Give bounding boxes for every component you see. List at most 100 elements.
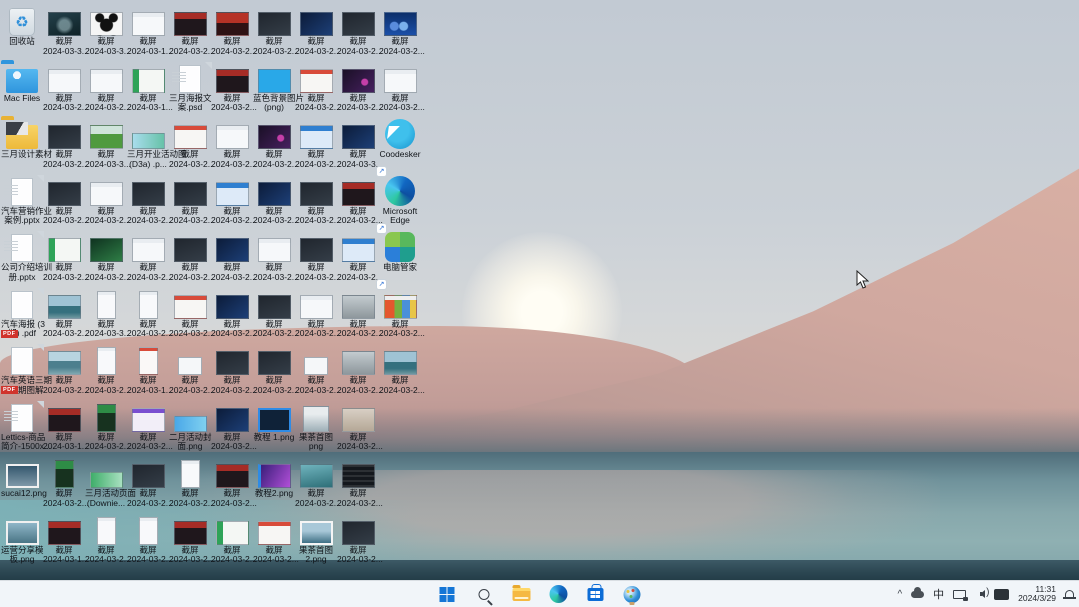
desktop-icon[interactable]: 截屏2024-03-2... [337, 232, 379, 287]
search-button[interactable] [472, 582, 496, 606]
desktop-icon[interactable]: 截屏2024-03-2... [43, 345, 85, 400]
desktop-icon[interactable]: 截屏2024-03-2... [295, 345, 337, 400]
desktop-icon[interactable]: 截屏2024-03-2... [169, 458, 211, 513]
desktop-icon[interactable]: 截屏2024-03-2... [211, 458, 253, 513]
desktop-icon[interactable]: 截屏2024-03-2... [337, 458, 379, 513]
desktop-icon[interactable]: Mac Files [1, 63, 43, 118]
desktop-icon[interactable]: 截屏2024-03-2... [337, 402, 379, 457]
desktop-icon[interactable]: 果茶首图png [295, 402, 337, 457]
desktop-icon[interactable]: 截屏2024-03-2... [85, 176, 127, 231]
desktop-icon[interactable]: 截屏2024-03-2... [295, 232, 337, 287]
desktop-icon[interactable]: 截屏2024-03-2... [85, 63, 127, 118]
desktop-icon[interactable]: 截屏2024-03-2... [43, 63, 85, 118]
desktop-icon[interactable]: 截屏2024-03-2... [43, 176, 85, 231]
desktop-icon[interactable]: 截屏2024-03-2... [211, 176, 253, 231]
desktop-icon[interactable]: sucai12.png [1, 458, 43, 513]
desktop-icon[interactable]: 截屏2024-03-2... [211, 232, 253, 287]
desktop-icon[interactable]: 截屏2024-03-3... [85, 289, 127, 344]
desktop-icon[interactable]: 截屏2024-03-2... [253, 6, 295, 61]
desktop-icon[interactable]: 截屏2024-03-2... [379, 345, 421, 400]
desktop-icon[interactable]: 截屏2024-03-2... [169, 176, 211, 231]
desktop-icon[interactable]: 截屏2024-03-2... [127, 232, 169, 287]
desktop-icon[interactable]: Lettics-商品简介-1500x... [1, 402, 43, 457]
desktop-icon[interactable]: 截屏2024-03-2... [43, 119, 85, 174]
desktop-icon[interactable]: 截屏2024-03-2... [85, 232, 127, 287]
desktop-icon[interactable]: 截屏2024-03-2... [253, 289, 295, 344]
desktop-icon[interactable]: 截屏2024-03-2... [295, 289, 337, 344]
desktop-icon[interactable]: 教程2.png [253, 458, 295, 513]
desktop-icon[interactable]: ↗Coodesker [379, 119, 421, 174]
desktop-icon[interactable]: 截屏2024-03-2... [379, 289, 421, 344]
tray-hidden-icons-button[interactable]: ^ [896, 583, 903, 605]
desktop-icon[interactable]: 截屏2024-03-2... [295, 458, 337, 513]
desktop-icon[interactable]: 截屏2024-03-2... [85, 515, 127, 570]
desktop-icon[interactable]: 截屏2024-03-2... [127, 402, 169, 457]
start-button[interactable] [435, 582, 459, 606]
desktop-icon[interactable]: 截屏2024-03-2... [127, 515, 169, 570]
desktop-icon[interactable]: 截屏2024-03-2... [211, 6, 253, 61]
desktop-icon[interactable]: 截屏2024-03-2... [169, 289, 211, 344]
desktop-icon[interactable]: 三月设计素材 [1, 119, 43, 174]
desktop-icon[interactable]: 截屏2024-03-2... [295, 63, 337, 118]
desktop-icon[interactable]: 截屏2024-03-1... [127, 345, 169, 400]
desktop-icon[interactable]: ↗电脑管家 [379, 232, 421, 287]
desktop-icon[interactable]: 截屏2024-03-2... [169, 232, 211, 287]
desktop-icon[interactable]: 运营分享模板.png [1, 515, 43, 570]
desktop-icon[interactable]: 截屏2024-03-2... [337, 176, 379, 231]
desktop-icon[interactable]: 截屏2024-03-2... [127, 289, 169, 344]
desktop-icon[interactable]: 截屏2024-03-2... [337, 63, 379, 118]
edge-button[interactable] [546, 582, 570, 606]
pinned-app-button[interactable] [620, 582, 644, 606]
desktop-icon[interactable]: 二月活动封面.png [169, 402, 211, 457]
desktop-icon[interactable]: 截屏2024-03-2... [169, 345, 211, 400]
desktop-icon[interactable]: 截屏2024-03-2... [295, 176, 337, 231]
desktop-icon[interactable]: 截屏2024-03-2... [253, 232, 295, 287]
desktop-icon[interactable]: 截屏2024-03-2... [43, 232, 85, 287]
desktop-icon[interactable]: 截屏2024-03-2... [379, 6, 421, 61]
desktop-icon[interactable]: 截屏2024-03-2... [169, 6, 211, 61]
desktop-icon[interactable]: 截屏2024-03-1... [43, 402, 85, 457]
desktop-icon[interactable]: 果茶首图2.png [295, 515, 337, 570]
desktop-icon[interactable]: 汽车营销作业案例.pptx [1, 176, 43, 231]
desktop-icon[interactable]: 截屏2024-03-2... [85, 345, 127, 400]
desktop-icon[interactable]: 截屏2024-03-2... [211, 63, 253, 118]
desktop-icon[interactable]: 截屏2024-03-2... [211, 119, 253, 174]
desktop-icon[interactable]: 截屏2024-03-1... [127, 6, 169, 61]
desktop-icon[interactable]: 截屏2024-03-3... [85, 6, 127, 61]
desktop-icon[interactable]: 截屏2024-03-3... [337, 119, 379, 174]
desktop-icon[interactable]: 截屏2024-03-2... [295, 119, 337, 174]
desktop-icon[interactable]: 截屏2024-03-1... [43, 515, 85, 570]
desktop-icon[interactable]: 截屏2024-03-2... [43, 289, 85, 344]
desktop-icon[interactable]: 截屏2024-03-2... [169, 119, 211, 174]
desktop-icon[interactable]: 截屏2024-03-2... [85, 402, 127, 457]
desktop-icon[interactable]: 截屏2024-03-2... [337, 289, 379, 344]
file-explorer-button[interactable] [509, 582, 533, 606]
desktop-icon[interactable]: 截屏2024-03-2... [127, 458, 169, 513]
desktop-icon[interactable]: 公司介绍培训册.pptx [1, 232, 43, 287]
desktop-icon[interactable]: 截屏2024-03-2... [253, 176, 295, 231]
tray-cloud-button[interactable] [910, 583, 925, 605]
desktop-icon[interactable]: 截屏2024-03-2... [337, 515, 379, 570]
desktop-icon[interactable]: 截屏2024-03-2... [211, 345, 253, 400]
desktop-icon[interactable]: 教程 1.png [253, 402, 295, 457]
tray-volume-button[interactable] [974, 583, 986, 605]
desktop-icon[interactable]: 截屏2024-03-2... [253, 515, 295, 570]
desktop-icon[interactable]: 截屏2024-03-2... [295, 6, 337, 61]
ime-indicator[interactable]: 中 [932, 583, 945, 605]
desktop-icon[interactable]: PDF汽车海报 (3期) .pdf [1, 289, 43, 344]
desktop-icon[interactable]: 截屏2024-03-2... [211, 515, 253, 570]
desktop-icon[interactable]: 截屏2024-03-2... [43, 458, 85, 513]
desktop-icon[interactable]: 截屏2024-03-3... [43, 6, 85, 61]
desktop-icon[interactable]: ↗MicrosoftEdge [379, 176, 421, 231]
desktop-icon[interactable]: 截屏2024-03-2... [253, 119, 295, 174]
desktop-icon[interactable]: 回收站 [1, 6, 43, 61]
tray-widget-button[interactable] [993, 583, 1010, 605]
desktop-icon[interactable]: 蓝色背景图片(png) [253, 63, 295, 118]
desktop-icon[interactable]: 截屏2024-03-3... [85, 119, 127, 174]
desktop-icon[interactable]: 截屏2024-03-2... [337, 345, 379, 400]
tray-display-button[interactable] [952, 583, 967, 605]
desktop-icon[interactable]: PDF汽车英语三期维三期图解 [1, 345, 43, 400]
desktop-icon[interactable]: 三月活动页面(Downie... [85, 458, 127, 513]
microsoft-store-button[interactable] [583, 582, 607, 606]
desktop-icon[interactable]: 截屏2024-03-2... [337, 6, 379, 61]
